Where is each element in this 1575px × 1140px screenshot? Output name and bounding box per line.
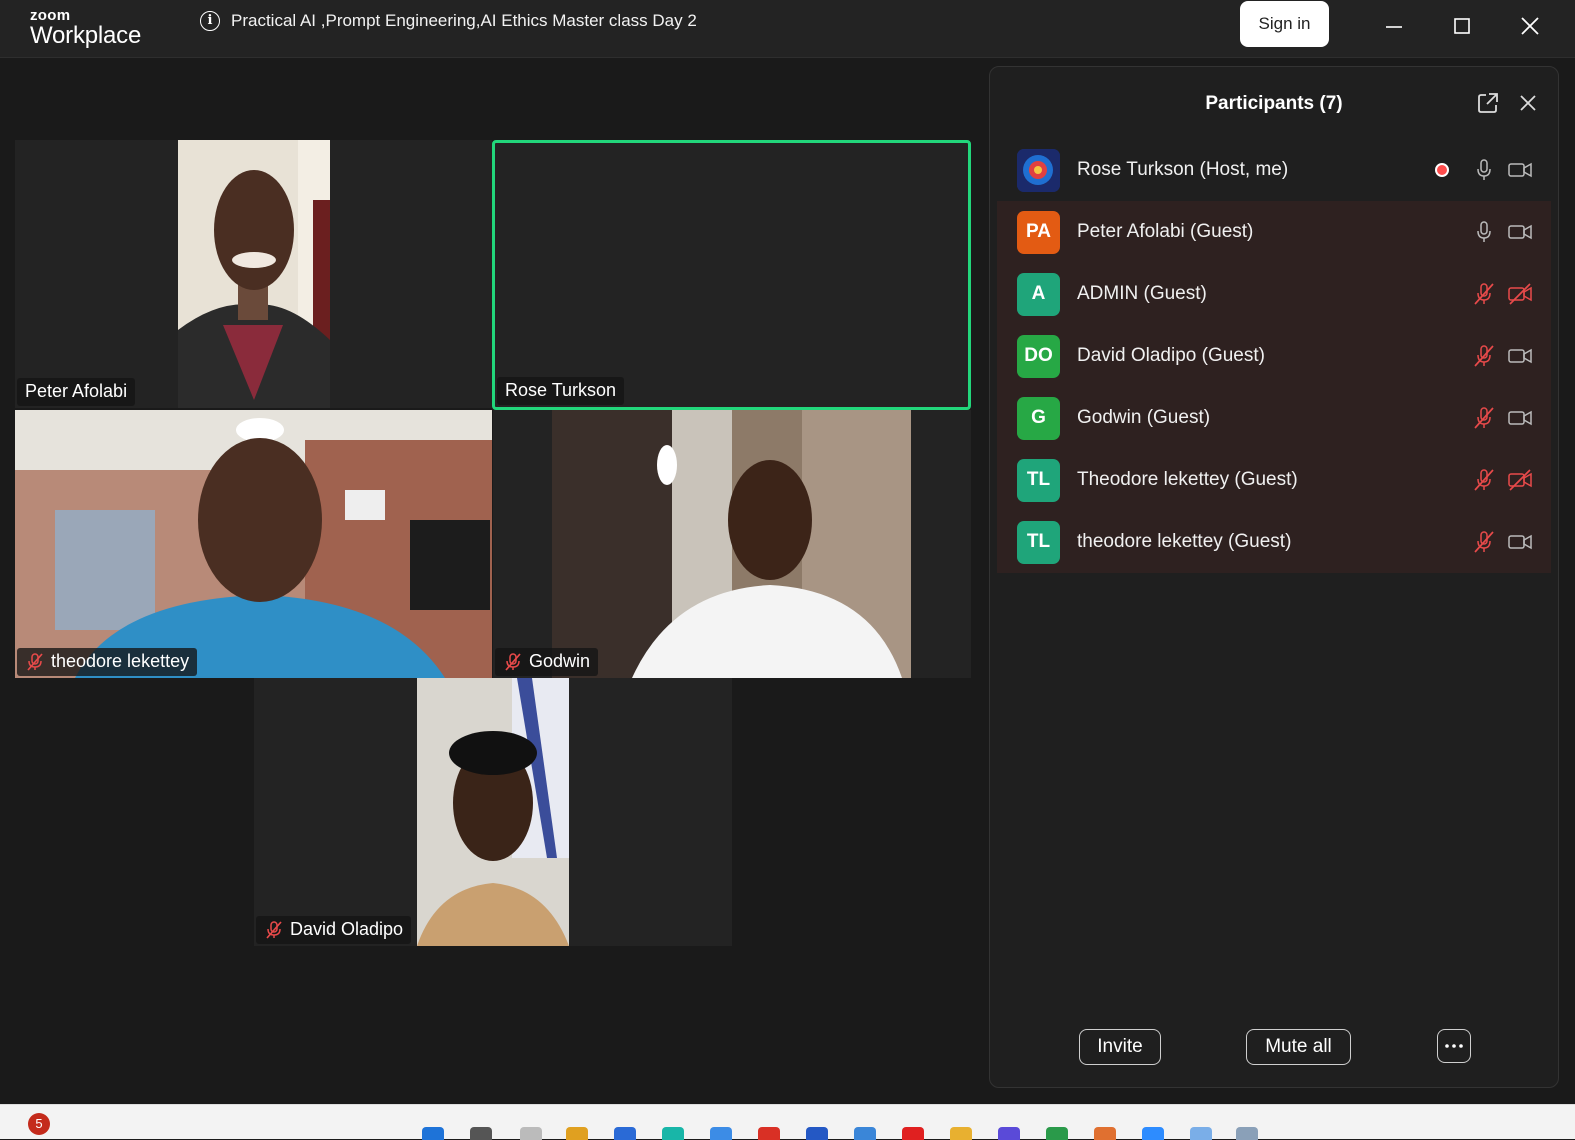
participant-avatar: DO	[1017, 334, 1060, 378]
task-view-icon[interactable]	[520, 1127, 542, 1140]
muted-mic-icon	[266, 920, 282, 939]
participant-avatar: TL	[1017, 458, 1060, 502]
app-icon[interactable]	[614, 1127, 636, 1140]
camera-icon[interactable]	[1507, 157, 1533, 183]
video-tile-active-speaker[interactable]: Rose Turkson	[492, 140, 971, 410]
camera-icon[interactable]	[1507, 529, 1533, 555]
zoom-logo: zoom Workplace	[30, 8, 141, 48]
notification-badge[interactable]: 5	[28, 1113, 50, 1135]
camera-icon[interactable]	[1507, 405, 1533, 431]
recording-icon	[1435, 163, 1449, 177]
participant-name: ADMIN (Guest)	[1077, 283, 1207, 304]
brand-big: Workplace	[30, 22, 142, 49]
mute-all-button[interactable]: Mute all	[1246, 1029, 1351, 1065]
participant-name: David Oladipo (Guest)	[1077, 345, 1265, 366]
participant-row[interactable]: Rose Turkson (Host, me)	[997, 139, 1551, 201]
participant-avatar: G	[1017, 396, 1060, 440]
video-gallery: Peter Afolabi Rose Turkson theodore leke…	[7, 59, 986, 1095]
participant-name: Theodore lekettey (Guest)	[1077, 469, 1298, 490]
mic-icon[interactable]	[1471, 219, 1497, 245]
minimize-icon[interactable]	[1381, 13, 1407, 39]
participant-name: Peter Afolabi (Guest)	[1077, 221, 1254, 242]
video-tile[interactable]: Godwin	[493, 410, 971, 678]
participants-panel: Participants (7) Rose Turkson (Host, me)…	[989, 66, 1559, 1088]
close-window-icon[interactable]	[1517, 13, 1543, 39]
muted-mic-icon	[505, 652, 521, 671]
participant-video	[552, 410, 911, 678]
video-tile[interactable]: David Oladipo	[254, 678, 732, 946]
camera-off-icon[interactable]	[1507, 467, 1533, 493]
participant-row[interactable]: DO David Oladipo (Guest)	[997, 325, 1551, 387]
maximize-icon[interactable]	[1449, 13, 1475, 39]
zoom-taskbar-icon[interactable]	[1142, 1127, 1164, 1140]
folder-icon[interactable]	[950, 1127, 972, 1140]
app-icon[interactable]	[1190, 1127, 1212, 1140]
participant-name: theodore lekettey	[51, 651, 190, 671]
muted-mic-icon[interactable]	[1471, 467, 1497, 493]
invite-button[interactable]: Invite	[1079, 1029, 1161, 1065]
participant-avatar: PA	[1017, 210, 1060, 254]
app-icon[interactable]	[998, 1127, 1020, 1140]
ellipsis-icon	[1445, 1044, 1463, 1048]
os-taskbar: 5	[0, 1104, 1575, 1140]
participant-name: theodore lekettey (Guest)	[1077, 531, 1292, 552]
participant-video	[15, 410, 492, 678]
participant-list: Rose Turkson (Host, me) PA Peter Afolabi…	[997, 139, 1551, 573]
app-icon[interactable]	[902, 1127, 924, 1140]
close-panel-icon[interactable]	[1516, 91, 1540, 115]
windows-start-icon[interactable]	[422, 1127, 444, 1140]
meeting-title: Practical AI ,Prompt Engineering,AI Ethi…	[231, 11, 697, 30]
participant-avatar	[1017, 148, 1060, 192]
edge-icon[interactable]	[662, 1127, 684, 1140]
app-icon[interactable]	[710, 1127, 732, 1140]
brand-small: zoom	[30, 7, 71, 24]
muted-mic-icon[interactable]	[1471, 281, 1497, 307]
search-icon[interactable]	[470, 1127, 492, 1140]
gmail-icon[interactable]	[758, 1127, 780, 1140]
mic-icon[interactable]	[1471, 157, 1497, 183]
muted-mic-icon[interactable]	[1471, 529, 1497, 555]
title-bar: zoom Workplace i Practical AI ,Prompt En…	[0, 0, 1575, 58]
info-icon[interactable]: i	[200, 11, 220, 31]
muted-mic-icon[interactable]	[1471, 405, 1497, 431]
participant-avatar: TL	[1017, 520, 1060, 564]
camera-icon[interactable]	[1507, 219, 1533, 245]
participant-name: Godwin (Guest)	[1077, 407, 1211, 428]
participant-name-tag: Rose Turkson	[497, 377, 625, 405]
participant-row[interactable]: A ADMIN (Guest)	[997, 263, 1551, 325]
participants-title: Participants (7)	[1205, 93, 1343, 114]
participant-name: Rose Turkson (Host, me)	[1077, 159, 1289, 180]
participant-name-tag: David Oladipo	[256, 916, 412, 944]
app-icon[interactable]	[1236, 1127, 1258, 1140]
participant-name: Godwin	[529, 651, 591, 671]
participant-row[interactable]: TL theodore lekettey (Guest)	[997, 511, 1551, 573]
camera-icon[interactable]	[1507, 343, 1533, 369]
pop-out-icon[interactable]	[1476, 91, 1500, 115]
camera-off-icon[interactable]	[1507, 281, 1533, 307]
firefox-icon[interactable]	[1094, 1127, 1116, 1140]
participant-row[interactable]: G Godwin (Guest)	[997, 387, 1551, 449]
participant-name-tag: theodore lekettey	[17, 648, 198, 676]
video-tile[interactable]: theodore lekettey	[15, 410, 492, 678]
participant-name-tag: Peter Afolabi	[17, 378, 136, 406]
participant-name: Rose Turkson	[505, 380, 617, 400]
participant-video	[178, 140, 330, 408]
participant-row[interactable]: TL Theodore lekettey (Guest)	[997, 449, 1551, 511]
more-options-button[interactable]	[1437, 1029, 1471, 1063]
app-icon[interactable]	[806, 1127, 828, 1140]
participant-avatar: A	[1017, 272, 1060, 316]
muted-mic-icon	[27, 652, 43, 671]
participant-video	[417, 678, 569, 946]
video-tile[interactable]: Peter Afolabi	[15, 140, 492, 408]
sign-in-button[interactable]: Sign in	[1240, 1, 1329, 47]
participant-name: David Oladipo	[290, 919, 404, 939]
participant-row[interactable]: PA Peter Afolabi (Guest)	[997, 201, 1551, 263]
participant-name: Peter Afolabi	[25, 381, 128, 401]
chrome-icon[interactable]	[1046, 1127, 1068, 1140]
file-explorer-icon[interactable]	[566, 1127, 588, 1140]
app-icon[interactable]	[854, 1127, 876, 1140]
participant-name-tag: Godwin	[495, 648, 599, 676]
muted-mic-icon[interactable]	[1471, 343, 1497, 369]
